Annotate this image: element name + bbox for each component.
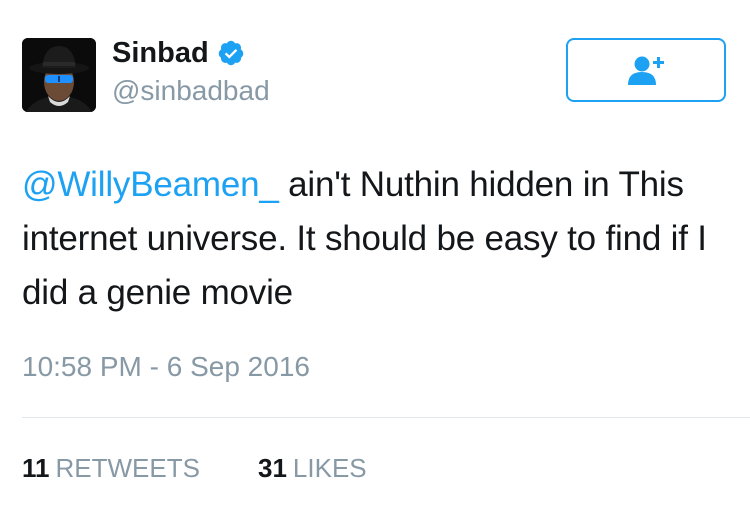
tweet-text: @WillyBeamen_ ain't Nuthin hidden in Thi… [22, 158, 732, 320]
author-handle[interactable]: @sinbadbad [112, 74, 270, 108]
verified-badge-icon [217, 39, 245, 67]
avatar-image [22, 38, 96, 112]
stats-divider [22, 417, 750, 418]
retweets-label: RETWEETS [55, 453, 200, 483]
author-display-name[interactable]: Sinbad [112, 36, 245, 70]
follow-user-plus-icon [628, 56, 664, 85]
retweets-count: 11 [22, 453, 50, 483]
follow-button[interactable] [566, 38, 726, 102]
display-name-text: Sinbad [112, 37, 209, 69]
author-avatar[interactable] [22, 38, 96, 112]
likes-count: 31 [258, 453, 287, 483]
retweets-stat[interactable]: 11 RETWEETS [22, 452, 200, 484]
likes-label: LIKES [292, 453, 367, 483]
tweet-timestamp[interactable]: 10:58 PM - 6 Sep 2016 [22, 350, 310, 384]
mention-link[interactable]: @WillyBeamen_ [22, 165, 279, 204]
likes-stat[interactable]: 31 LIKES [258, 452, 367, 484]
